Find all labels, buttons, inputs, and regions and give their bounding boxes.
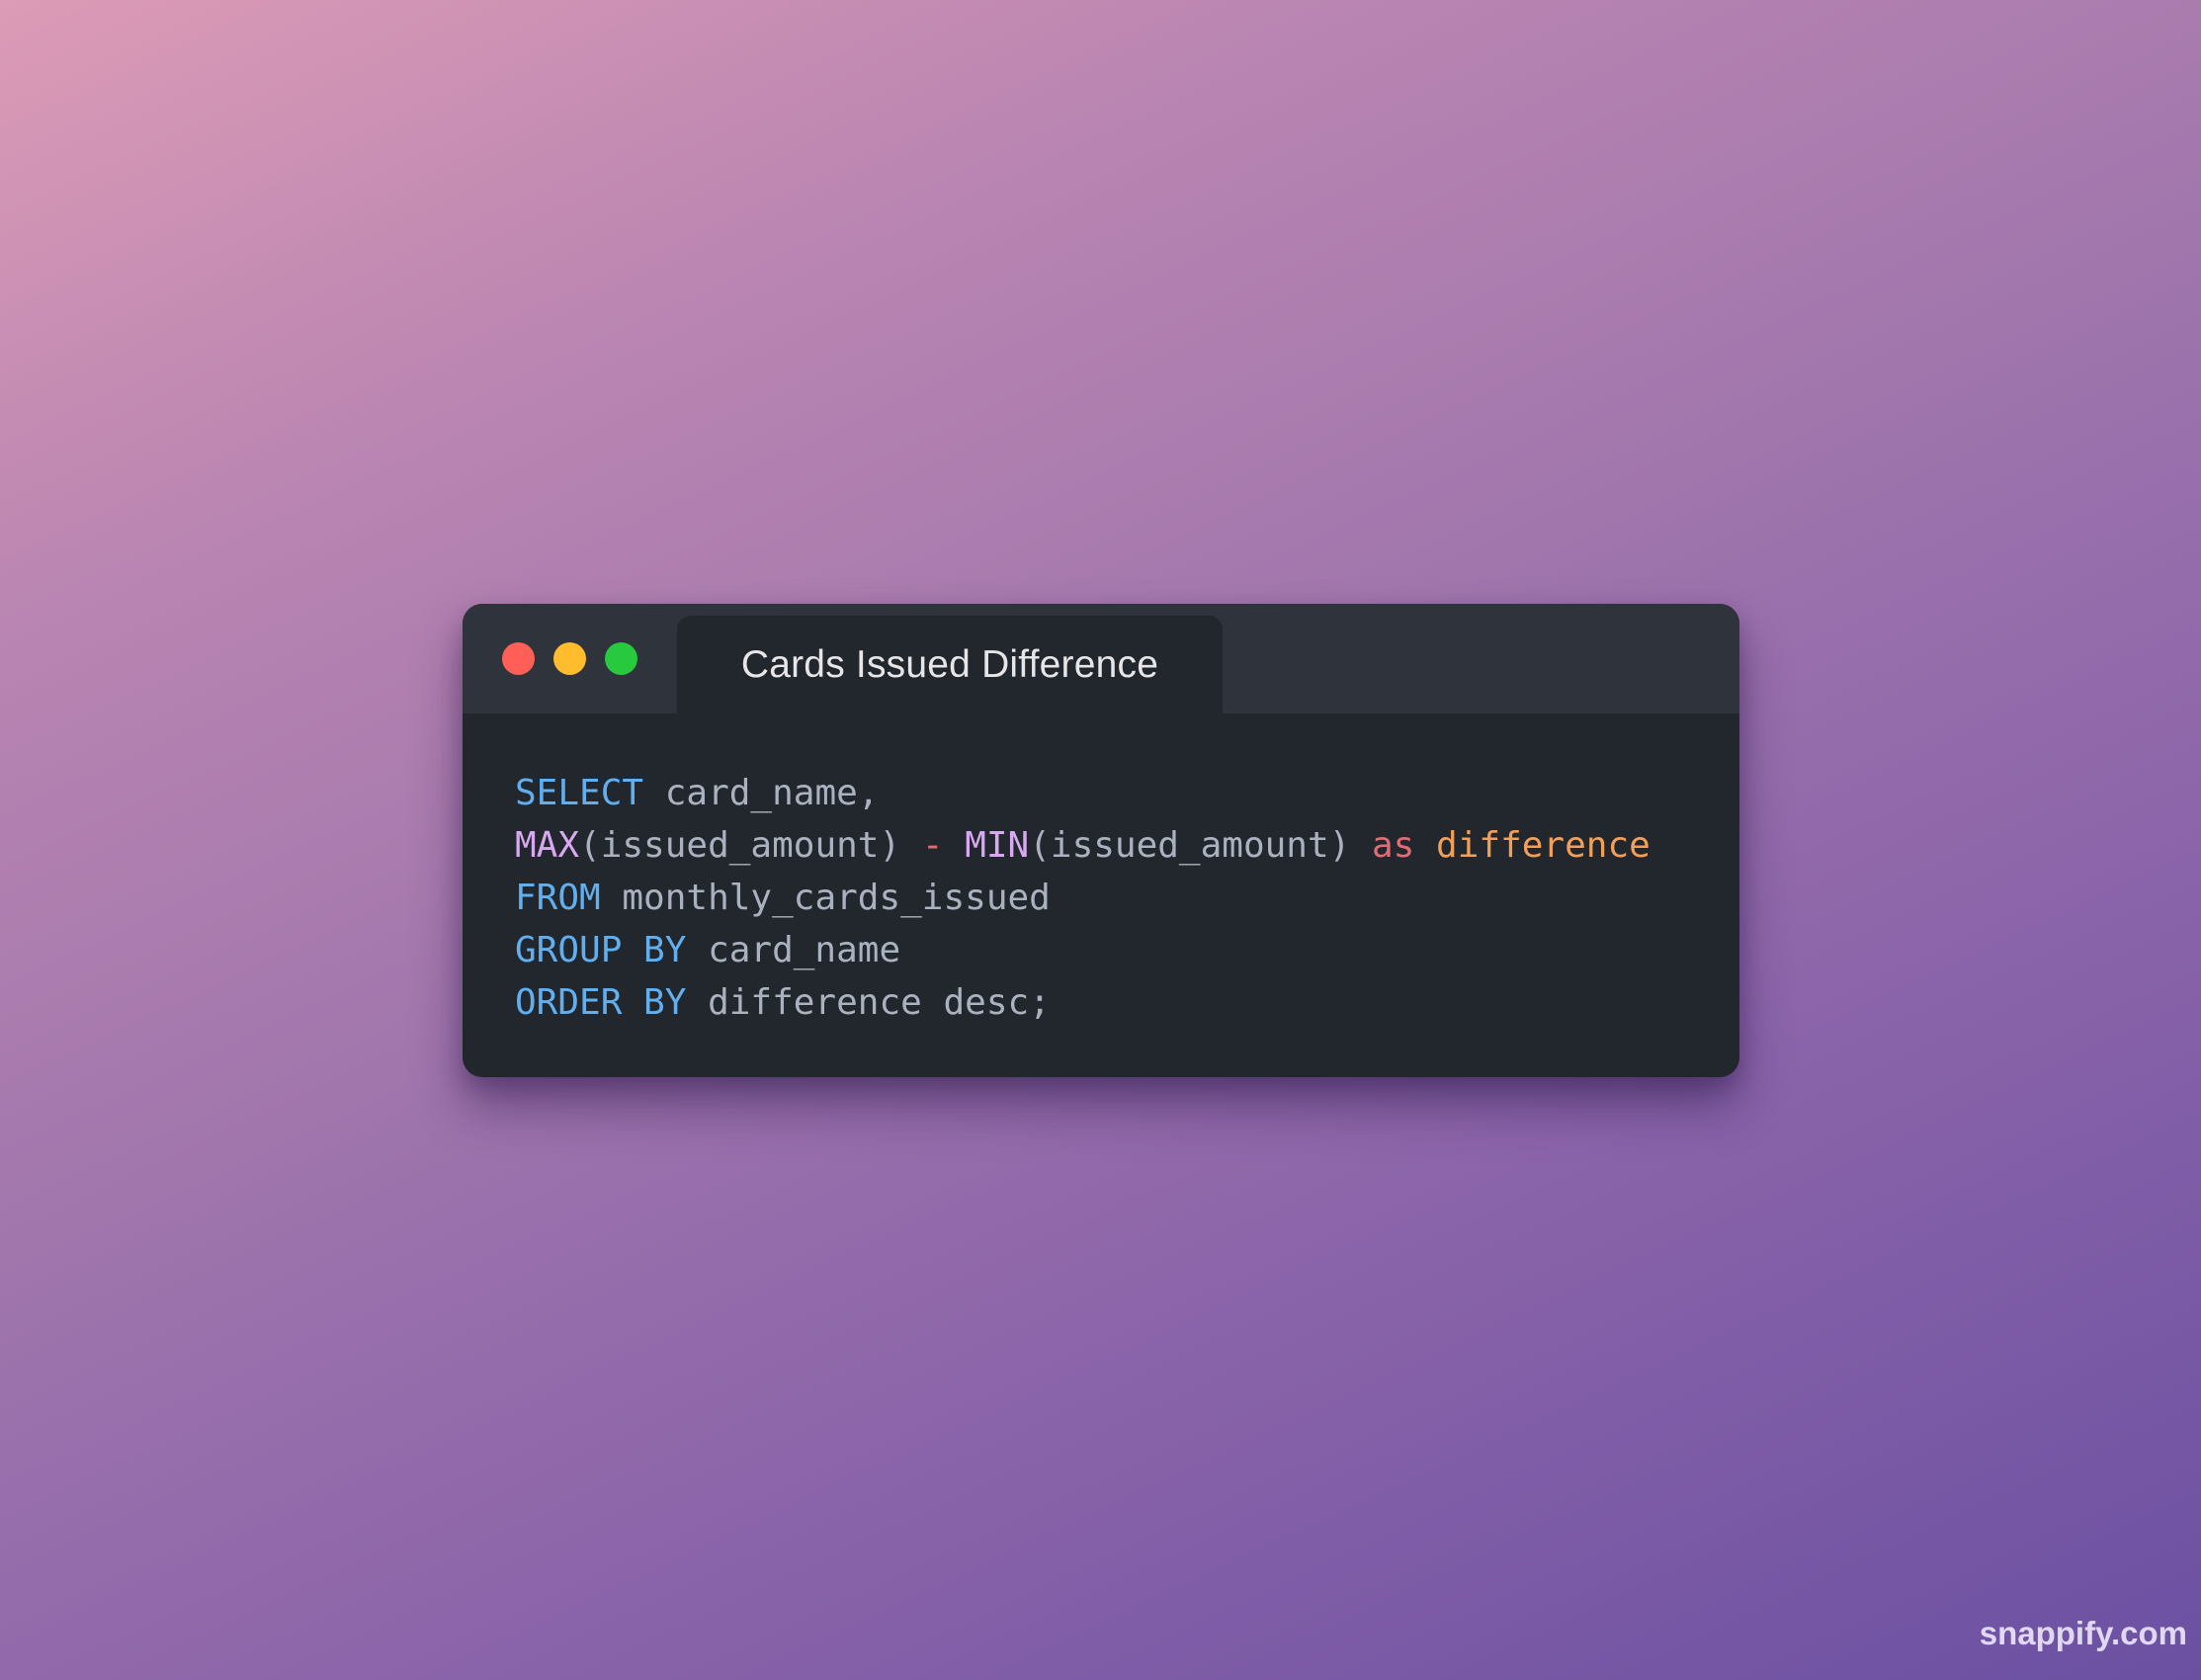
minimize-window-icon[interactable] xyxy=(553,642,586,675)
code-line: MAX(issued_amount) - MIN(issued_amount) … xyxy=(515,819,1651,872)
watermark: snappify.com xyxy=(1979,1615,2187,1651)
code-window: Cards Issued Difference SELECT card_name… xyxy=(463,604,1739,1077)
code-token: card_name xyxy=(686,930,901,970)
maximize-window-icon[interactable] xyxy=(605,642,637,675)
code-line: SELECT card_name, xyxy=(515,767,1651,819)
code-token: (issued_amount) xyxy=(1029,825,1372,866)
operator-token: - xyxy=(921,825,944,866)
window-titlebar: Cards Issued Difference xyxy=(463,604,1739,714)
keyword-token: GROUP BY xyxy=(515,930,687,970)
keyword-token: FROM xyxy=(515,878,601,918)
code-token: card_name, xyxy=(643,773,880,813)
code-block[interactable]: SELECT card_name, MAX(issued_amount) - MI… xyxy=(515,767,1651,1029)
file-tab[interactable]: Cards Issued Difference xyxy=(677,616,1223,714)
code-token: (issued_amount) xyxy=(579,825,922,866)
code-line: GROUP BY card_name xyxy=(515,924,1651,976)
code-line: FROM monthly_cards_issued xyxy=(515,872,1651,924)
as-keyword-token: as xyxy=(1372,825,1415,866)
code-token: difference desc; xyxy=(686,982,1051,1023)
close-window-icon[interactable] xyxy=(502,642,535,675)
alias-token: difference xyxy=(1436,825,1651,866)
code-token: monthly_cards_issued xyxy=(600,878,1051,918)
function-token: MAX xyxy=(515,825,580,866)
tab-title: Cards Issued Difference xyxy=(740,642,1159,686)
keyword-token: ORDER BY xyxy=(515,982,687,1023)
code-line: ORDER BY difference desc; xyxy=(515,976,1651,1029)
keyword-token: SELECT xyxy=(515,773,644,813)
function-token: MIN xyxy=(965,825,1030,866)
